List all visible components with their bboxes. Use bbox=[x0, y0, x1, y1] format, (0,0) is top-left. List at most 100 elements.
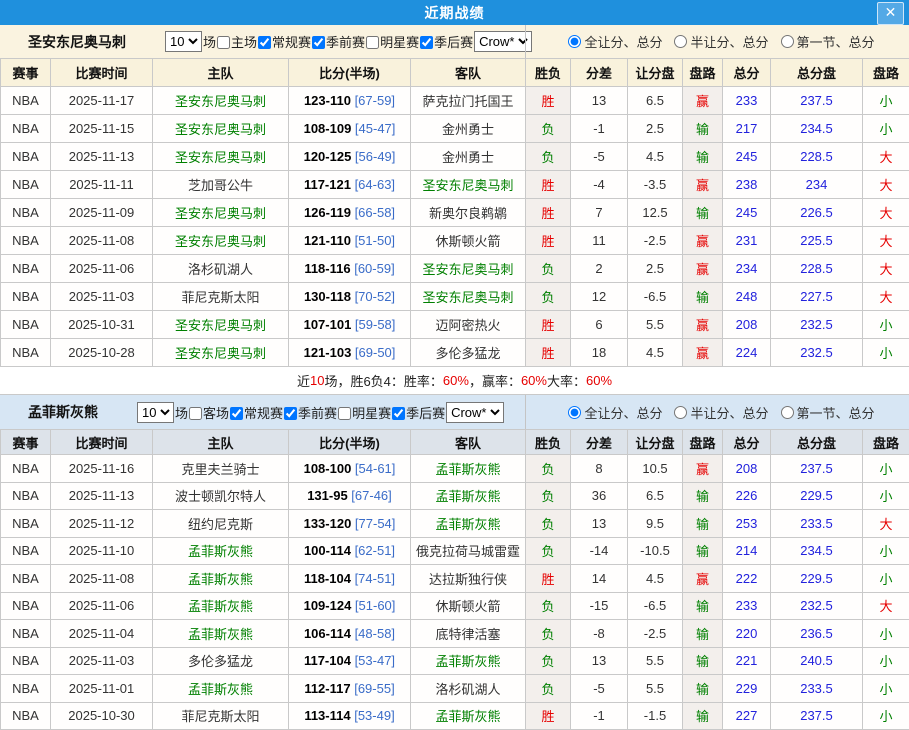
away-team-cell: 休斯顿火箭 bbox=[411, 227, 526, 255]
handicap-cell: 10.5 bbox=[628, 455, 683, 483]
score-cell: 112-117 [69-55] bbox=[289, 675, 411, 703]
handicap-cell: 6.5 bbox=[628, 87, 683, 115]
handicap-cell: -6.5 bbox=[628, 592, 683, 620]
grizzlies-filter-bar: 孟菲斯灰熊 10 场 客场常规赛季前赛明星赛季后赛 Crow* 全让分、总分半让… bbox=[0, 395, 909, 429]
filter-checkbox-1[interactable] bbox=[258, 36, 271, 49]
home-team-cell: 孟菲斯灰熊 bbox=[153, 592, 289, 620]
odds-mode-radio-1[interactable] bbox=[674, 406, 687, 419]
handicap-result-cell: 输 bbox=[683, 537, 723, 565]
home-team-cell: 波士顿凯尔特人 bbox=[153, 482, 289, 510]
away-team-cell: 金州勇士 bbox=[411, 143, 526, 171]
filter-checkbox-4[interactable] bbox=[420, 36, 433, 49]
home-team-cell: 克里夫兰骑士 bbox=[153, 455, 289, 483]
diff-cell: 13 bbox=[571, 87, 628, 115]
filter-checkbox-2[interactable] bbox=[284, 407, 297, 420]
filter-checkbox-3[interactable] bbox=[366, 36, 379, 49]
final-score: 112-117 bbox=[304, 681, 350, 696]
date-cell: 2025-10-28 bbox=[51, 339, 153, 367]
score-cell: 130-118 [70-52] bbox=[289, 283, 411, 311]
home-team-cell: 圣安东尼奥马刺 bbox=[153, 311, 289, 339]
table-row: NBA2025-11-03菲尼克斯太阳130-118 [70-52]圣安东尼奥马… bbox=[1, 283, 909, 311]
result-cell: 胜 bbox=[526, 311, 571, 339]
summary-text: ，赢率： bbox=[469, 371, 521, 390]
league-cell: NBA bbox=[1, 620, 51, 648]
games-count-select[interactable]: 10 bbox=[137, 402, 174, 423]
handicap-cell: 9.5 bbox=[628, 510, 683, 538]
half-score: [64-63] bbox=[351, 177, 395, 192]
result-cell: 胜 bbox=[526, 171, 571, 199]
total-cell: 217 bbox=[723, 115, 771, 143]
total-line-cell: 234 bbox=[771, 171, 863, 199]
filter-checkbox-0[interactable] bbox=[217, 36, 230, 49]
ou-result-cell: 大 bbox=[863, 255, 909, 283]
away-team-cell: 圣安东尼奥马刺 bbox=[411, 171, 526, 199]
odds-mode-radio-0[interactable] bbox=[568, 35, 581, 48]
score-cell: 118-104 [74-51] bbox=[289, 565, 411, 593]
handicap-cell: -10.5 bbox=[628, 537, 683, 565]
diff-cell: -4 bbox=[571, 171, 628, 199]
date-cell: 2025-11-06 bbox=[51, 255, 153, 283]
ou-result-cell: 小 bbox=[863, 702, 909, 730]
summary-text: 10 bbox=[310, 373, 324, 388]
bookmaker-select[interactable]: Crow* bbox=[446, 402, 504, 423]
total-cell: 238 bbox=[723, 171, 771, 199]
odds-mode-label: 半让分、总分 bbox=[690, 32, 768, 51]
away-team-cell: 新奥尔良鹈鹕 bbox=[411, 199, 526, 227]
total-line-cell: 228.5 bbox=[771, 255, 863, 283]
filter-checkbox-0[interactable] bbox=[189, 407, 202, 420]
table-row: NBA2025-11-06洛杉矶湖人118-116 [60-59]圣安东尼奥马刺… bbox=[1, 255, 909, 283]
ou-result-cell: 大 bbox=[863, 510, 909, 538]
handicap-cell: 4.5 bbox=[628, 565, 683, 593]
home-team-cell: 芝加哥公牛 bbox=[153, 171, 289, 199]
result-cell: 胜 bbox=[526, 227, 571, 255]
date-cell: 2025-11-13 bbox=[51, 482, 153, 510]
odds-mode-radio-2[interactable] bbox=[781, 406, 794, 419]
diff-cell: -8 bbox=[571, 620, 628, 648]
diff-cell: -5 bbox=[571, 143, 628, 171]
score-cell: 108-109 [45-47] bbox=[289, 115, 411, 143]
ou-result-cell: 小 bbox=[863, 537, 909, 565]
filter-checkbox-1[interactable] bbox=[230, 407, 243, 420]
ou-result-cell: 小 bbox=[863, 482, 909, 510]
filter-checkbox-3[interactable] bbox=[338, 407, 351, 420]
diff-cell: 11 bbox=[571, 227, 628, 255]
table-row: NBA2025-10-28圣安东尼奥马刺121-103 [69-50]多伦多猛龙… bbox=[1, 339, 909, 367]
games-count-select[interactable]: 10 bbox=[165, 31, 202, 52]
filter-checkbox-2[interactable] bbox=[312, 36, 325, 49]
summary-text: 60% bbox=[586, 373, 612, 388]
final-score: 117-121 bbox=[304, 177, 351, 192]
home-team-cell: 孟菲斯灰熊 bbox=[153, 620, 289, 648]
half-score: [66-58] bbox=[351, 205, 395, 220]
filter-checkbox-group: 主场常规赛季前赛明星赛季后赛 bbox=[216, 32, 473, 51]
handicap-result-cell: 赢 bbox=[683, 87, 723, 115]
league-cell: NBA bbox=[1, 537, 51, 565]
away-team-cell: 休斯顿火箭 bbox=[411, 592, 526, 620]
final-score: 108-109 bbox=[304, 121, 352, 136]
handicap-cell: 2.5 bbox=[628, 115, 683, 143]
filter-checkbox-4[interactable] bbox=[392, 407, 405, 420]
total-line-cell: 227.5 bbox=[771, 283, 863, 311]
date-cell: 2025-11-10 bbox=[51, 537, 153, 565]
odds-mode-option: 第一节、总分 bbox=[773, 403, 875, 422]
total-cell: 229 bbox=[723, 675, 771, 703]
total-line-cell: 237.5 bbox=[771, 87, 863, 115]
table-header-row: 赛事比赛时间主队比分(半场)客队胜负分差让分盘盘路总分总分盘盘路 bbox=[1, 430, 909, 455]
odds-mode-radio-1[interactable] bbox=[674, 35, 687, 48]
odds-mode-radio-0[interactable] bbox=[568, 406, 581, 419]
handicap-result-cell: 输 bbox=[683, 199, 723, 227]
bookmaker-select[interactable]: Crow* bbox=[474, 31, 532, 52]
close-icon[interactable]: ✕ bbox=[877, 2, 904, 25]
away-team-cell: 俄克拉荷马城雷霆 bbox=[411, 537, 526, 565]
half-score: [67-59] bbox=[351, 93, 395, 108]
summary-text: 近 bbox=[297, 371, 310, 390]
score-cell: 106-114 [48-58] bbox=[289, 620, 411, 648]
final-score: 118-116 bbox=[304, 261, 350, 276]
final-score: 121-110 bbox=[304, 233, 351, 248]
handicap-cell: 2.5 bbox=[628, 255, 683, 283]
date-cell: 2025-10-30 bbox=[51, 702, 153, 730]
filter-checkbox-label: 明星赛 bbox=[380, 35, 419, 50]
odds-mode-radio-2[interactable] bbox=[781, 35, 794, 48]
summary-text: 60% bbox=[443, 373, 469, 388]
total-line-cell: 233.5 bbox=[771, 675, 863, 703]
league-cell: NBA bbox=[1, 283, 51, 311]
